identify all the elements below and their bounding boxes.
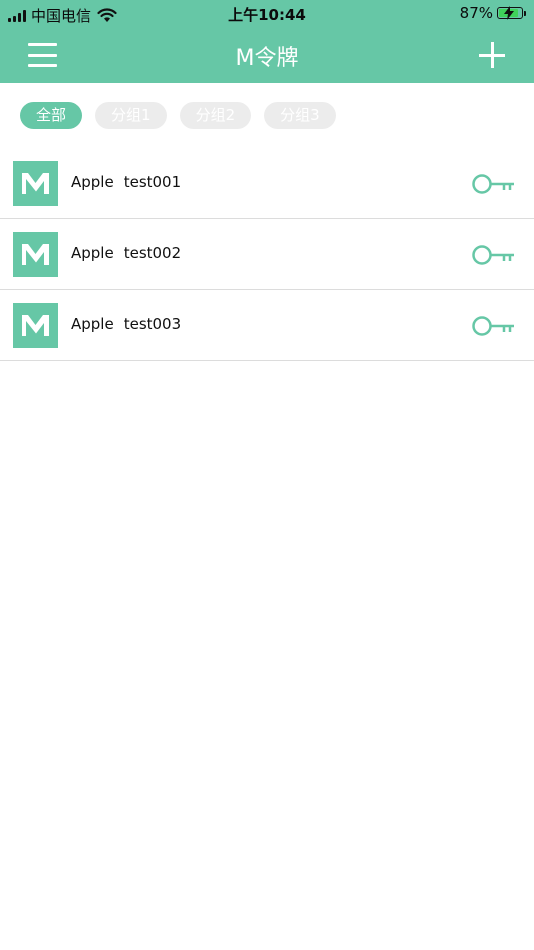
- plus-icon-vertical: [490, 42, 494, 68]
- m-logo-icon: [13, 161, 58, 206]
- account-service: Apple: [71, 244, 114, 262]
- account-label: Apple test001: [71, 173, 181, 191]
- m-logo-icon: [13, 303, 58, 348]
- charging-bolt-icon: [504, 6, 514, 20]
- battery-percent: 87%: [459, 4, 493, 22]
- battery-icon: [497, 6, 523, 20]
- account-row[interactable]: Apple test002: [0, 219, 534, 290]
- status-right: 87%: [460, 4, 526, 22]
- status-bar: 中国电信 上午10:44 87%: [0, 0, 534, 28]
- account-label: Apple test003: [71, 315, 181, 333]
- account-row[interactable]: Apple test001: [0, 148, 534, 219]
- nav-bar: M令牌: [0, 28, 534, 83]
- m-logo-icon: [13, 232, 58, 277]
- account-user: test001: [123, 173, 182, 191]
- key-icon[interactable]: [472, 314, 516, 338]
- key-icon[interactable]: [472, 243, 516, 267]
- account-row[interactable]: Apple test003: [0, 290, 534, 361]
- add-button[interactable]: [479, 42, 505, 68]
- page-title: M令牌: [235, 46, 299, 71]
- account-list: Apple test001 Apple test002 Apple test003: [0, 148, 534, 361]
- key-icon[interactable]: [472, 172, 516, 196]
- filter-chip-all[interactable]: 全部: [20, 102, 83, 129]
- group-filter-bar: 全部 分组1 分组2 分组3: [20, 102, 336, 129]
- battery-cap: [524, 10, 526, 16]
- filter-chip-group-2[interactable]: 分组2: [179, 102, 252, 129]
- account-service: Apple: [71, 315, 114, 333]
- header: 中国电信 上午10:44 87% M令牌: [0, 0, 534, 83]
- account-user: test002: [123, 244, 182, 262]
- account-label: Apple test002: [71, 244, 181, 262]
- filter-chip-group-1[interactable]: 分组1: [95, 102, 167, 129]
- account-user: test003: [123, 315, 182, 333]
- status-time: 上午10:44: [228, 6, 306, 24]
- filter-chip-group-3[interactable]: 分组3: [264, 102, 336, 129]
- account-service: Apple: [71, 173, 114, 191]
